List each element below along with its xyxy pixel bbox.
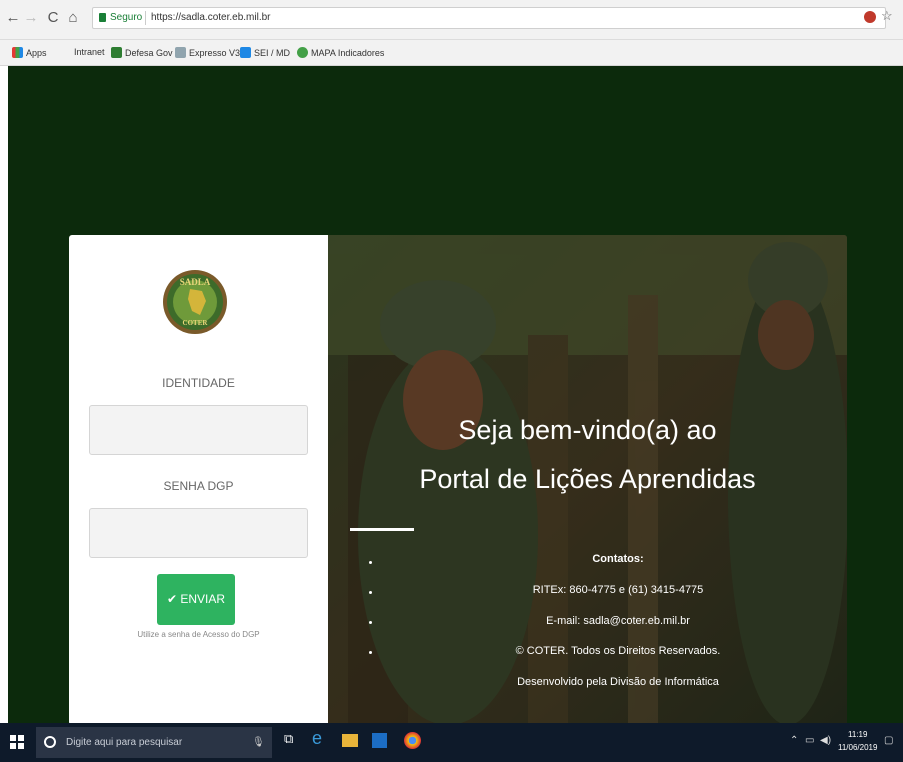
network-icon[interactable]: ▭ bbox=[805, 735, 814, 746]
bookmark-defesa-gov[interactable]: Defesa Gov bbox=[111, 47, 173, 58]
welcome-subtitle: Portal de Lições Aprendidas bbox=[419, 464, 756, 494]
divider-line bbox=[350, 528, 414, 531]
address-bar[interactable]: Seguro https://sadla.coter.eb.mil.br bbox=[92, 7, 886, 29]
microphone-icon[interactable]: 🎙 bbox=[252, 727, 265, 758]
check-circle-icon: ✔ bbox=[166, 592, 181, 606]
bookmark-label: Apps bbox=[26, 48, 47, 58]
bookmark-label: SEI / MD bbox=[254, 48, 291, 58]
browser-toolbar: ← → C ⌂ Seguro https://sadla.coter.eb.mi… bbox=[0, 0, 903, 40]
submit-button[interactable]: ✔ ENVIAR bbox=[157, 574, 235, 625]
search-placeholder: Digite aqui para pesquisar bbox=[66, 737, 183, 748]
mapa-icon bbox=[297, 47, 308, 58]
lock-icon bbox=[99, 13, 106, 22]
url-text: https://sadla.coter.eb.mil.br bbox=[151, 12, 271, 23]
bullet-dot bbox=[369, 591, 372, 594]
login-panel: SADLA COTER IDENTIDADE SENHA DGP ✔ ENVIA… bbox=[69, 235, 328, 725]
back-arrow-icon[interactable]: ← bbox=[4, 9, 22, 27]
contact-phone: RITEx: 860-4775 e (61) 3415-4775 bbox=[532, 584, 704, 596]
sei-icon bbox=[240, 47, 251, 58]
bullet-dot bbox=[369, 561, 372, 564]
bookmark-intranet[interactable]: Intranet bbox=[74, 47, 105, 57]
svg-text:COTER: COTER bbox=[183, 319, 209, 327]
expresso-icon bbox=[175, 47, 186, 58]
identity-input[interactable] bbox=[89, 405, 308, 455]
sadla-logo: SADLA COTER bbox=[163, 270, 227, 334]
welcome-title: Seja bem-vindo(a) ao bbox=[458, 415, 717, 445]
clock-time: 11:19 bbox=[848, 730, 868, 739]
bookmarks-bar: Apps Intranet Defesa Gov Expresso V3 SEI… bbox=[0, 40, 903, 66]
chrome-icon[interactable] bbox=[404, 732, 421, 749]
password-label: SENHA DGP bbox=[163, 479, 234, 493]
bookmark-mapa[interactable]: MAPA Indicadores bbox=[297, 47, 384, 58]
taskbar-clock[interactable]: 11:19 11/06/2019 bbox=[838, 728, 877, 754]
security-label: Seguro bbox=[110, 12, 143, 23]
forward-arrow-icon[interactable]: → bbox=[22, 9, 40, 27]
cortana-circle-icon bbox=[44, 736, 56, 748]
edge-browser-icon[interactable]: e bbox=[312, 728, 322, 750]
apps-grid-icon bbox=[12, 47, 23, 58]
contact-heading: Contatos: bbox=[592, 553, 644, 565]
notifications-icon[interactable]: ▢ bbox=[884, 735, 893, 746]
home-icon[interactable]: ⌂ bbox=[64, 9, 82, 27]
volume-icon[interactable]: ◀) bbox=[820, 735, 831, 746]
login-card: SADLA COTER IDENTIDADE SENHA DGP ✔ ENVIA… bbox=[69, 235, 847, 725]
page-edge bbox=[0, 66, 8, 723]
outlook-icon[interactable] bbox=[372, 733, 387, 748]
task-view-icon[interactable]: ⧉ bbox=[284, 731, 293, 753]
submit-label: ENVIAR bbox=[180, 592, 226, 606]
identity-label: IDENTIDADE bbox=[162, 376, 235, 390]
taskbar-search[interactable]: Digite aqui para pesquisar 🎙 bbox=[36, 727, 272, 758]
svg-text:SADLA: SADLA bbox=[180, 277, 211, 287]
extension-icon[interactable] bbox=[864, 11, 876, 23]
windows-taskbar: Digite aqui para pesquisar 🎙 ⧉ e ⌃ ▭ ◀) … bbox=[0, 723, 903, 762]
bullet-dot bbox=[369, 621, 372, 624]
divider bbox=[145, 11, 146, 25]
hero-panel: Seja bem-vindo(a) ao Portal de Lições Ap… bbox=[328, 235, 847, 725]
bullet-dot bbox=[369, 651, 372, 654]
clock-date: 11/06/2019 bbox=[838, 743, 878, 752]
bookmark-label: MAPA Indicadores bbox=[311, 48, 385, 58]
bookmark-expresso[interactable]: Expresso V3 bbox=[175, 47, 240, 58]
bookmark-star-icon[interactable]: ☆ bbox=[881, 8, 893, 24]
file-explorer-icon[interactable] bbox=[342, 734, 358, 747]
bookmark-sei[interactable]: SEI / MD bbox=[240, 47, 290, 58]
defesa-icon bbox=[111, 47, 122, 58]
bookmark-label: Intranet bbox=[74, 47, 105, 57]
bookmark-label: Expresso V3 bbox=[189, 48, 241, 58]
reload-icon[interactable]: C bbox=[44, 9, 62, 27]
contact-email: E-mail: sadla@coter.eb.mil.br bbox=[546, 615, 690, 627]
bookmark-label: Defesa Gov bbox=[125, 48, 173, 58]
copyright-text: © COTER. Todos os Direitos Reservados. bbox=[515, 645, 721, 657]
bookmark-apps[interactable]: Apps bbox=[12, 47, 47, 58]
password-input[interactable] bbox=[89, 508, 308, 558]
tray-chevron-icon[interactable]: ⌃ bbox=[790, 735, 798, 746]
windows-start-icon[interactable] bbox=[10, 735, 24, 749]
password-hint: Utilize a senha de Acesso do DGP bbox=[137, 630, 260, 639]
developer-credit: Desenvolvido pela Divisão de Informática bbox=[517, 676, 719, 688]
